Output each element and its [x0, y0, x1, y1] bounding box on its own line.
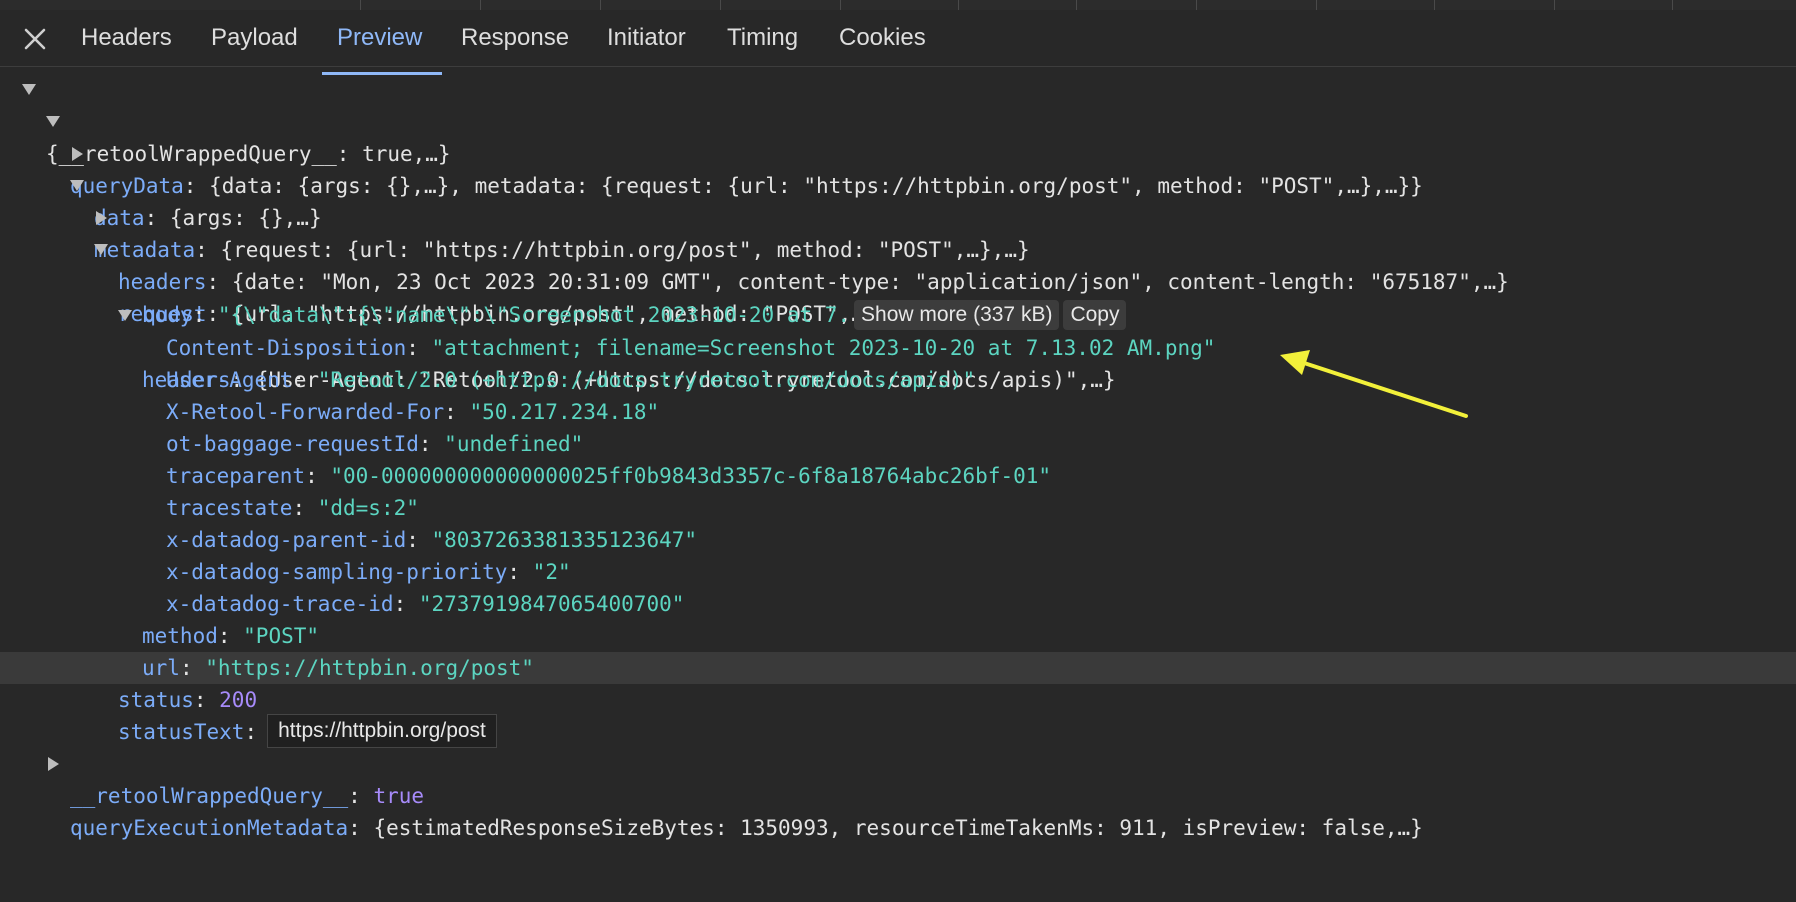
- header-entry: ot-baggage-requestId: "undefined": [166, 432, 584, 456]
- tree-row-method: method: "POST": [142, 624, 320, 648]
- tree-key: x-datadog-trace-id: [166, 592, 394, 616]
- tree-value: "50.217.234.18": [469, 400, 660, 424]
- tab-cookies[interactable]: Cookies: [839, 24, 926, 52]
- tree-key: url: [142, 656, 180, 680]
- tab-headers[interactable]: Headers: [81, 24, 172, 52]
- tree-row-root[interactable]: {__retoolWrappedQuery__: true,…}: [0, 74, 1796, 166]
- collapsed-triangle-icon[interactable]: [46, 748, 64, 780]
- tree-value: "Retool/2.0 (+https://docs.tryretool.com…: [317, 368, 976, 392]
- header-entry: traceparent: "00-000000000000000025ff0b9…: [166, 464, 1052, 488]
- tree-value: "POST": [243, 624, 320, 648]
- tree-value: "00-000000000000000025ff0b9843d3357c-6f8…: [330, 464, 1052, 488]
- tree-row-body: body: "{\"data\":{\"name\":\"Screenshot …: [0, 267, 1796, 330]
- tab-response[interactable]: Response: [461, 24, 569, 52]
- annotation-arrow-icon: [1280, 350, 1468, 418]
- tree-value: "2737919847065400700": [418, 592, 685, 616]
- collapsed-triangle-icon[interactable]: [94, 202, 112, 234]
- tab-timing[interactable]: Timing: [727, 24, 798, 52]
- header-entry: x-datadog-trace-id: "2737919847065400700…: [166, 592, 685, 616]
- tree-key: x-datadog-sampling-priority: [166, 560, 508, 584]
- collapsed-triangle-icon[interactable]: [70, 138, 88, 170]
- url-tooltip: https://httpbin.org/post: [267, 714, 497, 748]
- expanded-triangle-icon[interactable]: [68, 170, 86, 202]
- expanded-triangle-icon[interactable]: [92, 234, 110, 266]
- divider: [1316, 0, 1317, 10]
- divider: [1076, 0, 1077, 10]
- tree-value: "undefined": [444, 432, 584, 456]
- tree-value: "dd=s:2": [317, 496, 419, 520]
- tree-key: User-Agent: [166, 368, 293, 392]
- tree-key: ot-baggage-requestId: [166, 432, 419, 456]
- tree-value: "attachment; filename=Screenshot 2023-10…: [431, 336, 1216, 360]
- tree-row-response-headers[interactable]: headers: {date: "Mon, 23 Oct 2023 20:31:…: [0, 202, 1796, 294]
- header-entry: X-Retool-Forwarded-For: "50.217.234.18": [166, 400, 660, 424]
- tab-preview[interactable]: Preview: [337, 24, 422, 52]
- tree-value: 200: [219, 688, 258, 712]
- divider: [1554, 0, 1555, 10]
- divider: [840, 0, 841, 10]
- divider: [1672, 0, 1673, 10]
- tree-row-url[interactable]: url: "https://httpbin.org/post": [0, 652, 1796, 684]
- divider: [360, 0, 361, 10]
- tree-row-statustext: statusText: https://httpbin.org/post: [0, 714, 1796, 748]
- divider: [958, 0, 959, 10]
- tree-key: traceparent: [166, 464, 306, 488]
- tree-key: statusText: [118, 720, 245, 744]
- tab-initiator[interactable]: Initiator: [607, 24, 686, 52]
- divider: [1196, 0, 1197, 10]
- divider: [720, 0, 721, 10]
- divider: [600, 0, 601, 10]
- tab-payload[interactable]: Payload: [211, 24, 298, 52]
- tree-value: "https://httpbin.org/post": [205, 656, 534, 680]
- header-entry: x-datadog-parent-id: "803726338133512364…: [166, 528, 698, 552]
- tree-row-request[interactable]: request: {url: "https://httpbin.org/post…: [0, 234, 1796, 326]
- tree-value: "2": [532, 560, 571, 584]
- tree-row-request-headers[interactable]: headers: {User-Agent: "Retool/2.0 (+http…: [0, 300, 1796, 392]
- header-entry: tracestate: "dd=s:2": [166, 496, 419, 520]
- header-entry: x-datadog-sampling-priority: "2": [166, 560, 571, 584]
- tree-key: method: [142, 624, 218, 648]
- expanded-triangle-icon[interactable]: [20, 74, 38, 106]
- close-icon[interactable]: [20, 24, 50, 54]
- tree-value: true: [373, 784, 425, 808]
- network-detail-tabbar: Headers Payload Preview Response Initiat…: [0, 10, 1796, 75]
- tree-row-wrapped-query: __retoolWrappedQuery__: true: [70, 784, 425, 808]
- header-entry: Content-Disposition: "attachment; filena…: [166, 336, 1216, 360]
- tree-row-querydata[interactable]: queryData: {data: {args: {},…}, metadata…: [0, 106, 1796, 198]
- tree-row-metadata[interactable]: metadata: {request: {url: "https://httpb…: [0, 170, 1796, 262]
- tree-key: Content-Disposition: [166, 336, 407, 360]
- divider: [1434, 0, 1435, 10]
- tree-row-status: status: 200: [118, 688, 258, 712]
- expanded-triangle-icon[interactable]: [116, 300, 134, 332]
- tree-summary: {estimatedResponseSizeBytes: 1350993, re…: [373, 816, 1423, 840]
- tree-key: status: [118, 688, 194, 712]
- tree-row-data[interactable]: data: {args: {},…}: [0, 138, 1796, 230]
- header-entry: User-Agent: "Retool/2.0 (+https://docs.t…: [166, 368, 976, 392]
- tree-key: x-datadog-parent-id: [166, 528, 407, 552]
- tree-key: X-Retool-Forwarded-For: [166, 400, 445, 424]
- tree-row-query-execution-metadata[interactable]: queryExecutionMetadata: {estimatedRespon…: [0, 748, 1796, 840]
- tree-key: tracestate: [166, 496, 293, 520]
- tree-value: "8037263381335123647": [431, 528, 698, 552]
- expanded-triangle-icon[interactable]: [44, 106, 62, 138]
- tree-key: __retoolWrappedQuery__: [70, 784, 349, 808]
- divider: [480, 0, 481, 10]
- tree-key: queryExecutionMetadata: [70, 816, 349, 840]
